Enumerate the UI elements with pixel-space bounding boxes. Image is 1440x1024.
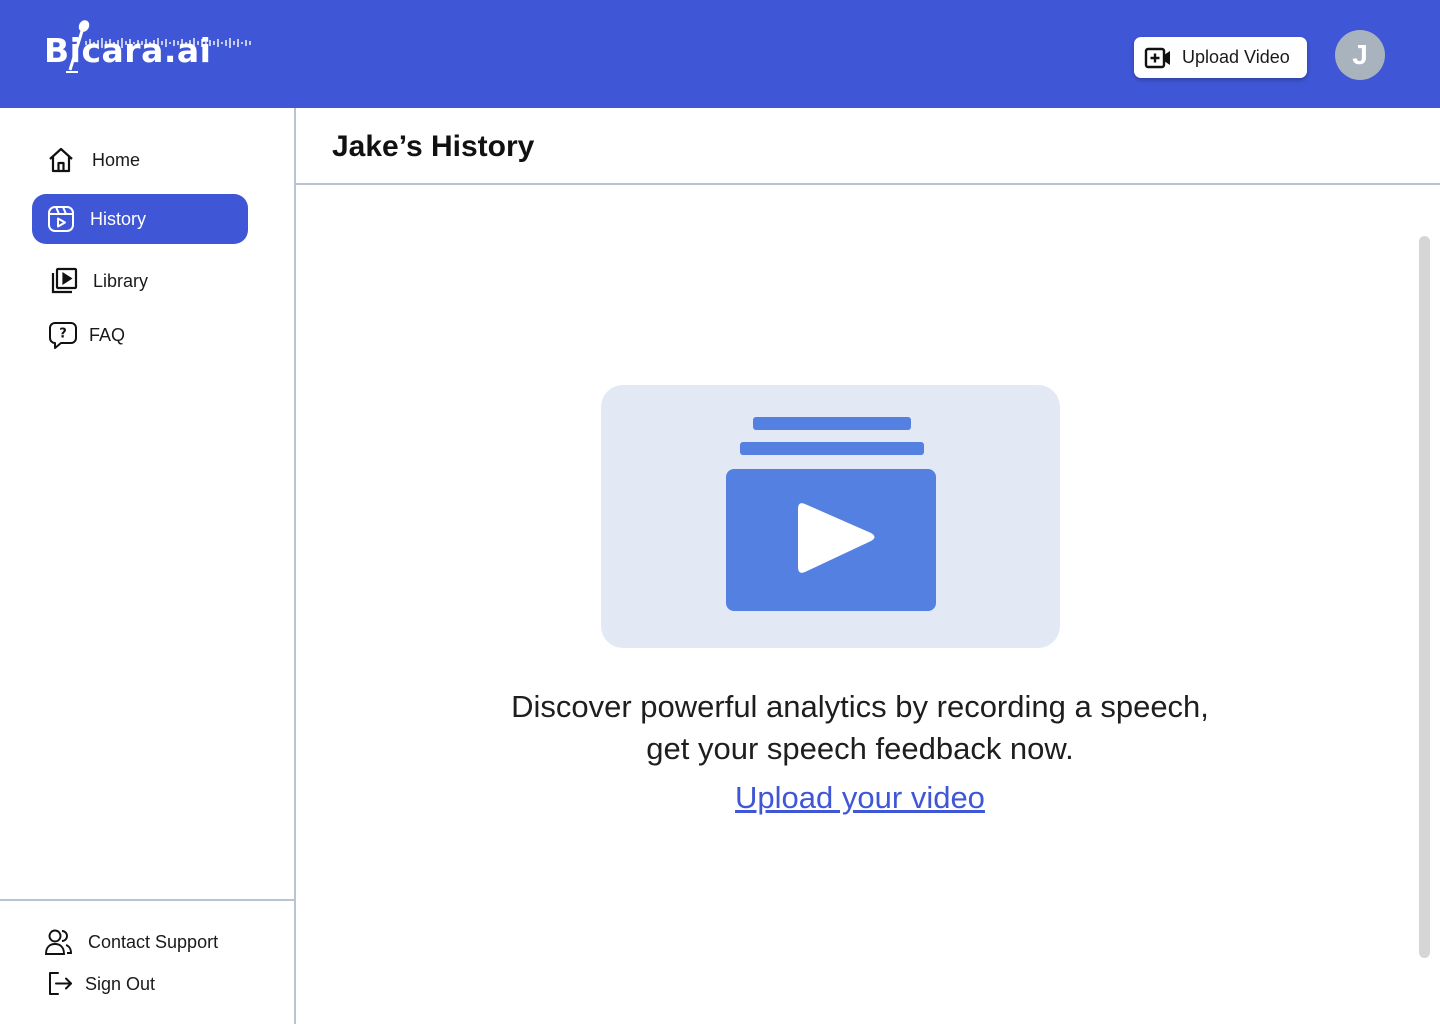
library-icon — [49, 266, 79, 296]
home-icon — [46, 145, 76, 175]
sidebar-item-library[interactable]: Library — [32, 256, 248, 306]
upload-video-button[interactable]: Upload Video — [1134, 37, 1307, 78]
logo-text: Bicara.ai — [44, 30, 212, 70]
top-header: Bicara.ai Upload Video J — [0, 0, 1440, 108]
sidebar-item-history[interactable]: History — [32, 194, 248, 244]
sidebar-item-home[interactable]: Home — [32, 135, 248, 185]
sidebar-item-label: FAQ — [89, 324, 126, 345]
video-plus-icon — [1144, 47, 1170, 68]
sidebar-item-label: History — [90, 208, 147, 229]
svg-text:?: ? — [59, 327, 67, 342]
empty-state-line-2: get your speech feedback now. — [646, 731, 1074, 766]
upload-your-video-link[interactable]: Upload your video — [660, 780, 1060, 816]
sign-out-label: Sign Out — [85, 973, 156, 994]
empty-state-line-1: Discover powerful analytics by recording… — [511, 689, 1209, 724]
history-icon — [46, 204, 76, 234]
empty-state-illustration — [601, 385, 1060, 648]
contact-support-icon — [45, 929, 72, 955]
title-divider — [296, 183, 1440, 185]
upload-video-label: Upload Video — [1182, 47, 1290, 67]
sign-out-link[interactable]: Sign Out — [46, 970, 155, 998]
user-avatar[interactable]: J — [1335, 30, 1385, 80]
content-scrollbar[interactable] — [1419, 236, 1430, 958]
page-title: Jake’s History — [332, 130, 535, 163]
sign-out-icon — [49, 972, 72, 995]
contact-support-label: Contact Support — [88, 931, 219, 952]
sidebar-item-label: Library — [93, 270, 149, 291]
sidebar-divider — [0, 899, 294, 901]
sidebar-item-label: Home — [92, 149, 141, 170]
faq-icon: ? — [48, 320, 78, 350]
sidebar-item-faq[interactable]: ? FAQ — [32, 310, 248, 360]
sidebar: Home History Library ? FAQ Contact Suppo… — [0, 108, 296, 1024]
app-logo[interactable]: Bicara.ai — [44, 16, 251, 76]
contact-support-link[interactable]: Contact Support — [44, 927, 218, 957]
video-stack-icon — [726, 417, 936, 611]
empty-state-message: Discover powerful analytics by recording… — [440, 686, 1280, 770]
